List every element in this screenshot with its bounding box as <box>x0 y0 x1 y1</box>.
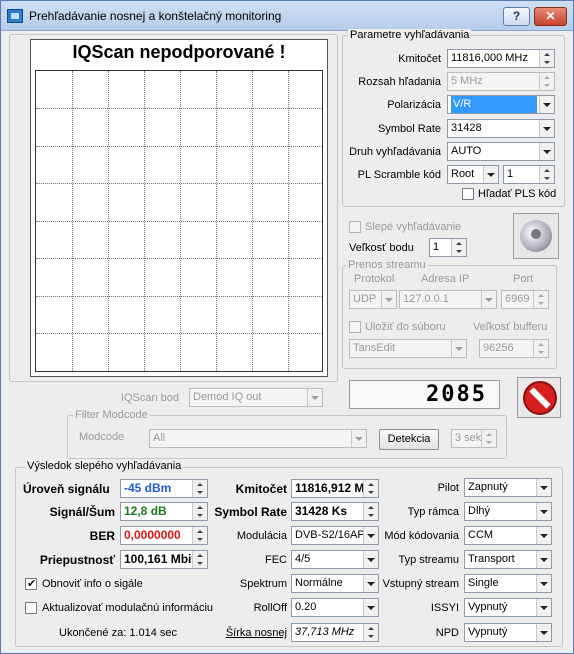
spectrum-label: Spektrum <box>239 578 287 590</box>
pl-scramble-label: PL Scramble kód <box>357 169 441 181</box>
modulation-label: Modulácia <box>236 530 287 542</box>
throughput-label: Priepustnosť <box>39 553 115 567</box>
input-stream-label: Vstupný stream <box>382 578 459 590</box>
modcode-select[interactable]: All <box>149 429 367 448</box>
pilot-select[interactable]: Zapnutý <box>464 478 552 497</box>
bandwidth-value: 37,713 MHz <box>291 623 379 642</box>
issyi-select[interactable]: Vypnutý <box>464 598 552 617</box>
frame-type-label: Typ rámca <box>407 506 459 518</box>
stream-group-label: Prenos streamu <box>346 259 428 271</box>
port-spinner[interactable]: 6969 <box>501 290 549 309</box>
stream-type-select[interactable]: Transport <box>464 550 552 569</box>
iqscan-point-select[interactable]: Demod IQ out <box>189 388 323 407</box>
signal-level-value: -45 dBm <box>120 479 208 498</box>
save-file-checkbox[interactable] <box>349 321 361 333</box>
issyi-label: ISSYI <box>430 602 459 614</box>
blind-search-checkbox[interactable] <box>349 221 361 233</box>
npd-label: NPD <box>435 627 459 639</box>
target-select[interactable]: TansEdit <box>349 339 467 358</box>
update-modulation-label: Aktualizovať modulačnú informáciu <box>42 602 214 614</box>
snr-label: Signál/Šum <box>49 505 115 519</box>
search-params-label: Parametre vyhľadávania <box>348 29 472 41</box>
plot-title: IQScan nepodporované ! <box>72 42 286 62</box>
frequency-spinner[interactable]: 11816,000 MHz <box>447 49 555 68</box>
refresh-info-checkbox[interactable] <box>25 577 37 590</box>
port-label: Port <box>513 273 534 285</box>
frequency-label: Kmitočet <box>398 53 441 65</box>
symbol-rate-label: Symbol Rate <box>378 123 441 135</box>
npd-select[interactable]: Vypnutý <box>464 623 552 642</box>
result-symbol-rate-label: Symbol Rate <box>214 505 287 519</box>
blind-scan-button[interactable] <box>513 213 559 259</box>
modcode-label: Modcode <box>79 431 125 443</box>
point-size-label: Veľkosť bodu <box>349 242 414 254</box>
range-spinner[interactable]: 5 MHz <box>447 72 555 91</box>
iqscan-point-label: IQScan bod <box>120 392 179 404</box>
ip-select[interactable]: 127.0.0.1 <box>399 290 497 309</box>
bandwidth-link[interactable]: Šírka nosnej <box>207 627 287 639</box>
frame-type-select[interactable]: Dlhý <box>464 502 552 521</box>
ip-label: Adresa IP <box>421 273 470 285</box>
plot-grid <box>35 70 323 372</box>
snr-value: 12,8 dB <box>120 502 208 521</box>
counter-display: 2085 <box>349 380 500 409</box>
protocol-select[interactable]: UDP <box>349 290 397 309</box>
ber-value: 0,0000000 <box>120 526 208 545</box>
finished-time-label: Ukončené za: 1.014 sec <box>59 627 178 639</box>
range-label: Rozsah hľadania <box>358 76 441 88</box>
result-group-label: Výsledok slepého vyhľadávania <box>25 460 184 472</box>
help-button[interactable]: ? <box>503 7 530 26</box>
blind-search-label: Slepé vyhľadávanie <box>365 221 462 233</box>
constellation-plot: IQScan nepodporované ! <box>30 39 328 377</box>
main-window: Prehľadávanie nosnej a konštelačný monit… <box>0 0 574 654</box>
input-stream-select[interactable]: Single <box>464 574 552 593</box>
window-title: Prehľadávanie nosnej a konštelačný monit… <box>29 9 282 23</box>
spectrum-select[interactable]: Normálne <box>291 574 379 593</box>
stream-type-label: Typ streamu <box>398 554 459 566</box>
result-frequency-value: 11816,912 MHz <box>291 479 379 498</box>
pls-search-label: Hľadať PLS kód <box>478 188 557 200</box>
buffer-label: Veľkosť bufferu <box>473 321 548 333</box>
coding-mode-select[interactable]: CCM <box>464 526 552 545</box>
buffer-spinner[interactable]: 96256 <box>479 339 549 358</box>
throughput-value: 100,161 Mbit/s <box>120 550 208 569</box>
rolloff-label: RollOff <box>253 602 287 614</box>
pls-search-checkbox[interactable] <box>462 188 474 200</box>
app-icon <box>7 9 23 23</box>
search-type-label: Druh vyhľadávania <box>349 146 441 158</box>
result-symbol-rate-value: 31428 Ks <box>291 502 379 521</box>
search-type-select[interactable]: AUTO <box>447 142 555 161</box>
title-bar: Prehľadávanie nosnej a konštelačný monit… <box>1 1 573 31</box>
point-size-spinner[interactable]: 1 <box>429 238 467 257</box>
modulation-select[interactable]: DVB-S2/16APSK <box>291 526 379 545</box>
modcode-filter-label: Filter Modcode <box>73 409 150 421</box>
symbol-rate-select[interactable]: 31428 <box>447 119 555 138</box>
save-file-label: Uložiť do súboru <box>365 321 446 333</box>
fec-select[interactable]: 4/5 <box>291 550 379 569</box>
fec-label: FEC <box>265 554 287 566</box>
close-button[interactable]: ✕ <box>534 7 567 26</box>
protocol-label: Protokol <box>354 273 395 285</box>
stop-button[interactable] <box>517 377 561 418</box>
pl-scramble-value-spinner[interactable]: 1 <box>503 165 555 184</box>
polarization-select[interactable]: V/R <box>447 95 555 114</box>
pl-scramble-type-select[interactable]: Root <box>447 165 499 184</box>
result-frequency-label: Kmitočet <box>235 482 287 496</box>
signal-level-label: Úroveň signálu <box>23 482 110 496</box>
stop-icon <box>523 381 557 415</box>
pilot-label: Pilot <box>437 482 459 494</box>
satellite-dish-icon <box>520 220 552 252</box>
ber-label: BER <box>89 529 115 543</box>
update-modulation-checkbox[interactable] <box>25 602 37 614</box>
rolloff-select[interactable]: 0.20 <box>291 598 379 617</box>
polarization-label: Polarizácia <box>387 99 441 111</box>
refresh-info-label: Obnoviť info o sigále <box>42 578 143 590</box>
coding-mode-label: Mód kódovania <box>384 530 459 542</box>
detect-button[interactable]: Detekcia <box>379 429 439 450</box>
detect-seconds-spinner[interactable]: 3 sek <box>451 429 497 448</box>
